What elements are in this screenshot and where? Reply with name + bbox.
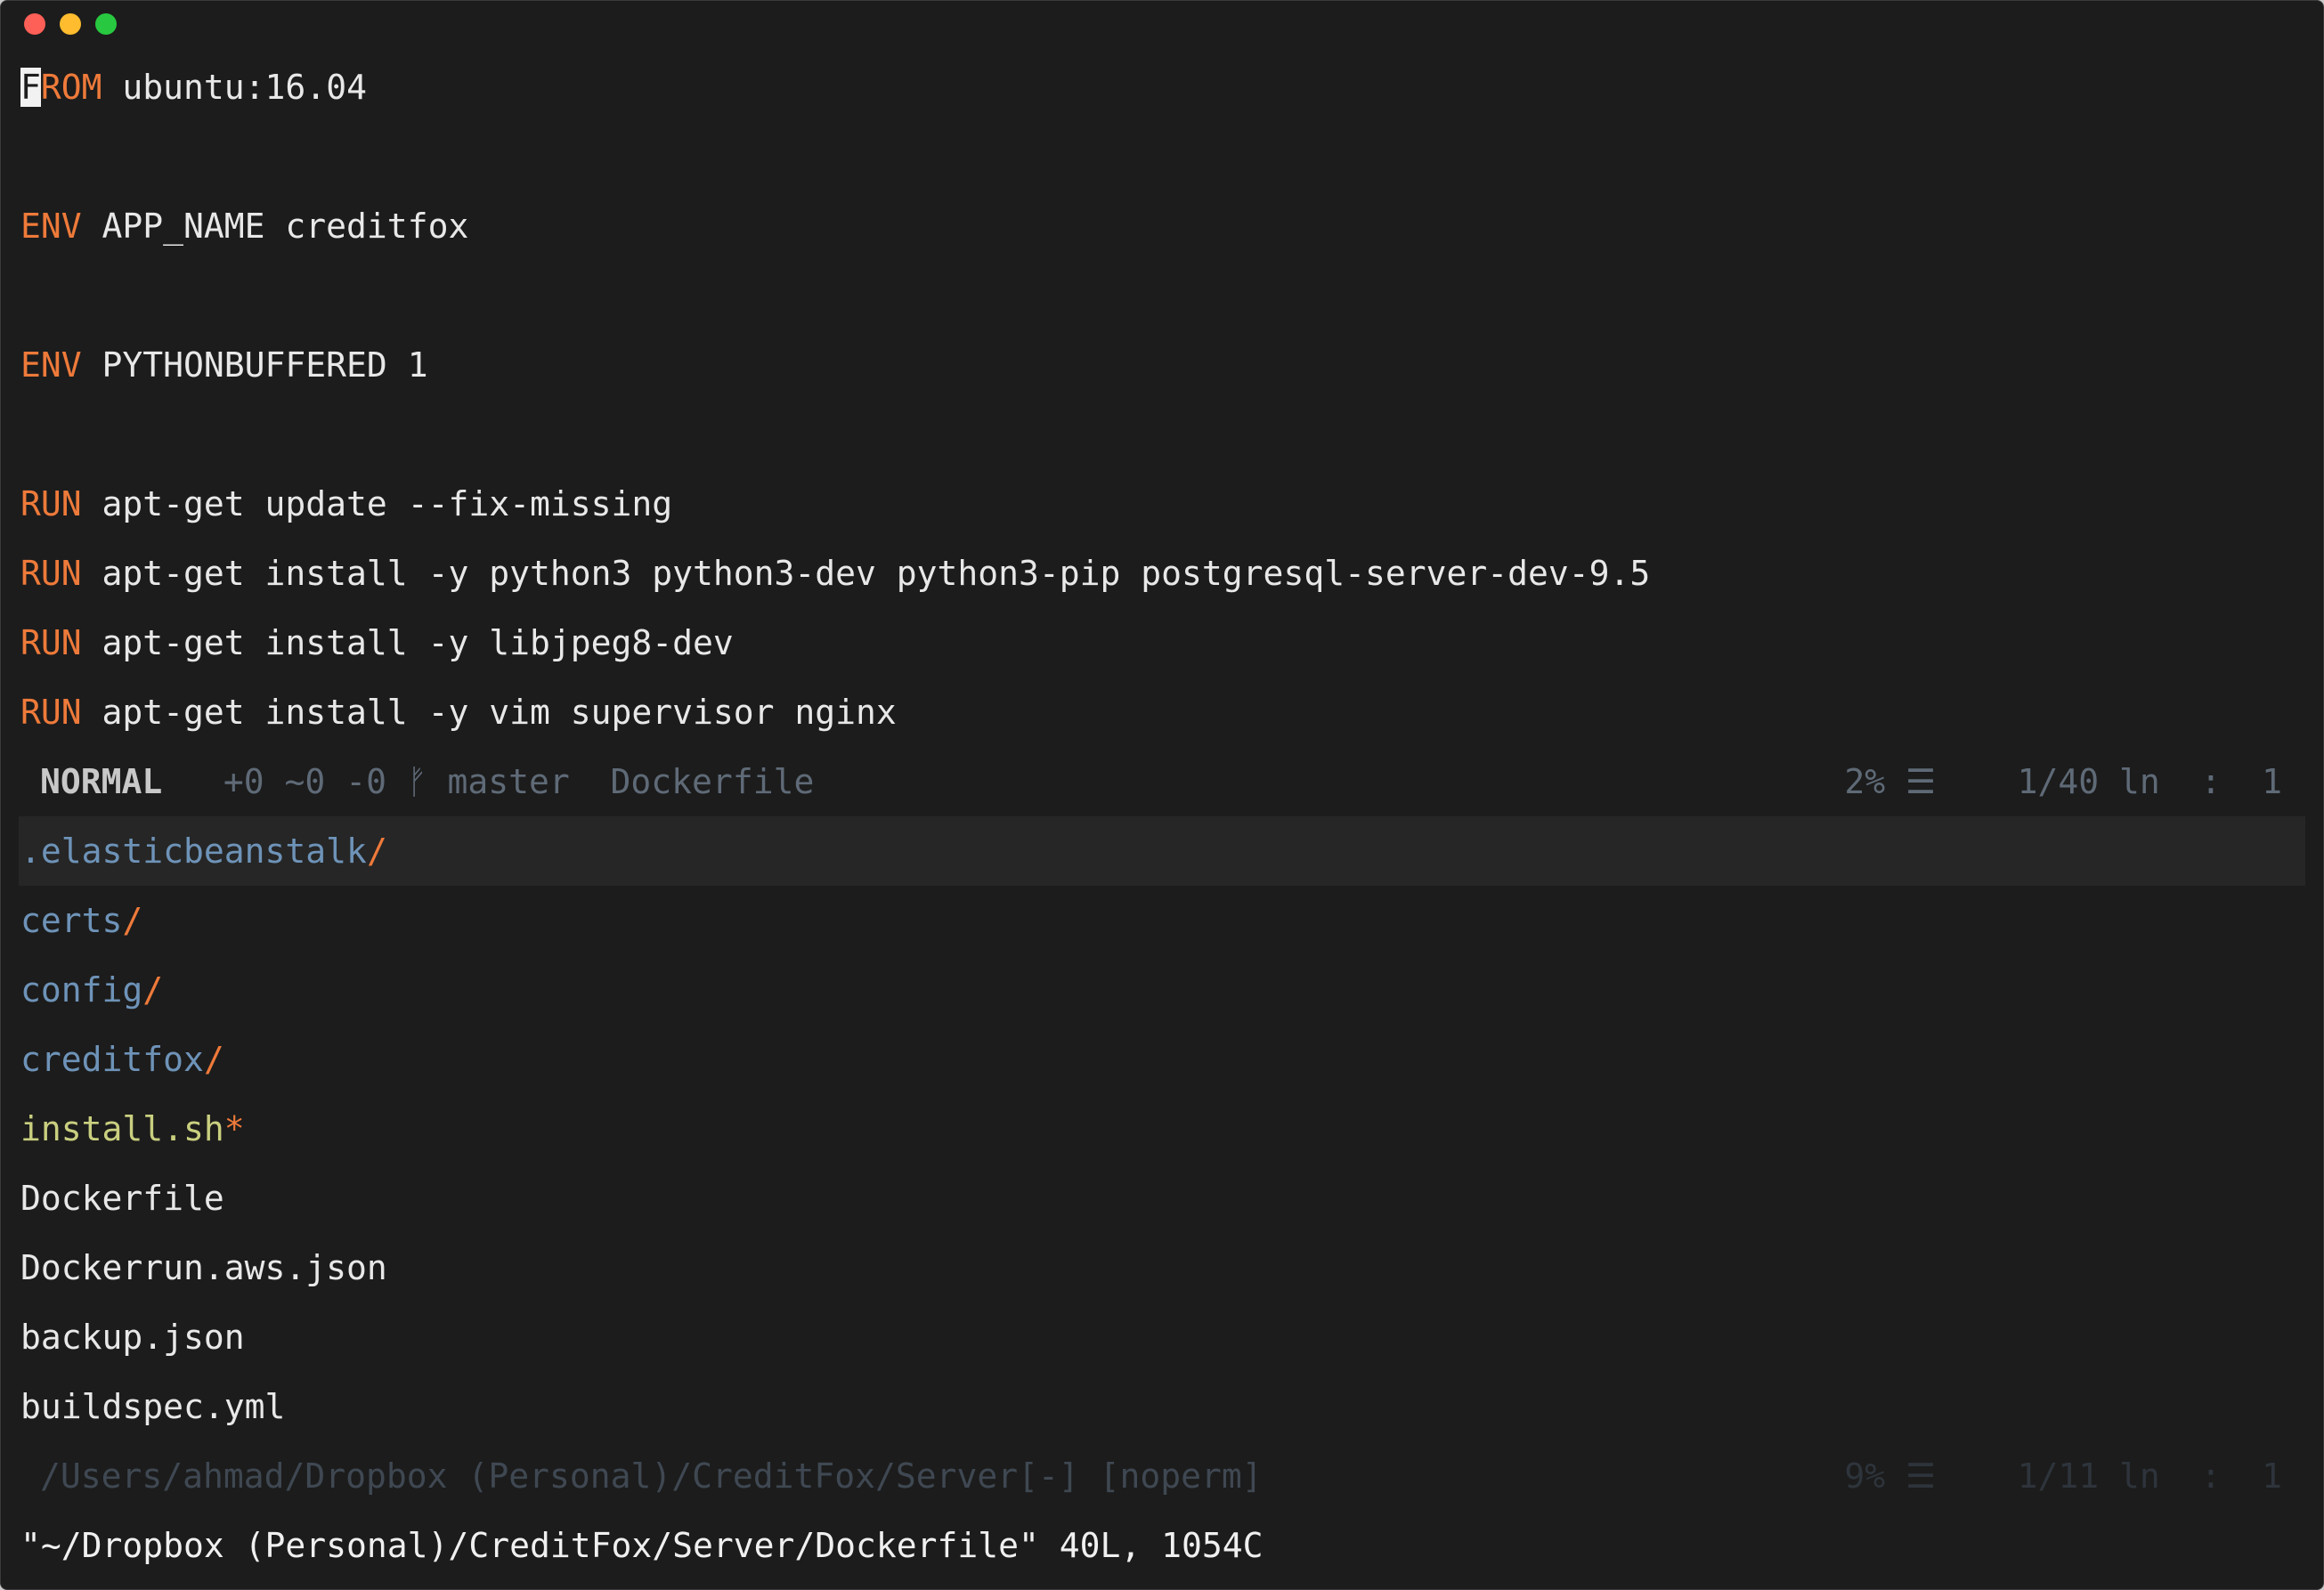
editor-line-5[interactable]: ENV PYTHONBUFFERED 1	[20, 330, 428, 400]
executable-suffix: *	[223, 1109, 245, 1148]
keyword: RUN	[20, 693, 82, 732]
line-text: APP_NAME creditfox	[81, 207, 469, 246]
editor-line-1[interactable]: FROM ubuntu:16.04	[20, 53, 367, 122]
line-text: apt-get install -y libjpeg8-dev	[81, 623, 734, 662]
editor-line-9[interactable]: RUN apt-get install -y libjpeg8-dev	[20, 608, 734, 677]
line-text: PYTHONBUFFERED 1	[81, 345, 428, 385]
close-window-button[interactable]	[24, 13, 45, 35]
keyword: ROM	[40, 68, 102, 107]
tree-item-elasticbeanstalk[interactable]: .elasticbeanstalk/	[20, 816, 387, 886]
keyword: RUN	[20, 623, 82, 662]
statusline-filename: Dockerfile	[610, 762, 815, 801]
minimize-window-button[interactable]	[60, 13, 81, 35]
editor-line-3[interactable]: ENV APP_NAME creditfox	[20, 191, 468, 261]
directory-suffix: /	[366, 832, 387, 871]
tree-item-buildspec[interactable]: buildspec.yml	[20, 1372, 285, 1441]
keyword: RUN	[20, 554, 82, 593]
line-text: apt-get install -y python3 python3-dev p…	[81, 554, 1651, 593]
tree-item-config[interactable]: config/	[20, 955, 163, 1025]
keyword: ENV	[20, 345, 82, 385]
directory-name: creditfox	[20, 1040, 204, 1079]
line-text: ubuntu:16.04	[102, 68, 367, 107]
window-controls	[24, 13, 117, 35]
directory-suffix: /	[142, 970, 164, 1010]
zoom-window-button[interactable]	[95, 13, 117, 35]
editor-line-7[interactable]: RUN apt-get update --fix-missing	[20, 469, 672, 539]
statusline-position: 2% ☰ 1/40 ln : 1	[1844, 762, 2282, 801]
file-name: backup.json	[20, 1318, 245, 1357]
line-text: apt-get install -y vim supervisor nginx	[81, 693, 897, 732]
keyword: RUN	[20, 484, 82, 523]
git-status: +0 ~0 -0 ᚠ master	[223, 762, 570, 801]
tree-item-creditfox[interactable]: creditfox/	[20, 1025, 224, 1094]
tree-item-backup-json[interactable]: backup.json	[20, 1302, 245, 1372]
file-name: Dockerrun.aws.json	[20, 1248, 387, 1287]
tree-item-certs[interactable]: certs/	[20, 886, 142, 955]
directory-name: certs	[20, 901, 123, 940]
keyword: ENV	[20, 207, 82, 246]
line-text: apt-get update --fix-missing	[81, 484, 673, 523]
tree-path: /Users/ahmad/Dropbox (Personal)/CreditFo…	[40, 1456, 1263, 1496]
editor-statusline: NORMAL +0 ~0 -0 ᚠ master Dockerfile 2% ☰ …	[19, 747, 2305, 816]
editor-line-10[interactable]: RUN apt-get install -y vim supervisor ng…	[20, 677, 897, 747]
executable-name: install.sh	[20, 1109, 224, 1148]
file-name: buildspec.yml	[20, 1387, 286, 1426]
directory-name: .elasticbeanstalk	[20, 832, 367, 871]
cursor: F	[20, 68, 41, 107]
command-line-message: "~/Dropbox (Personal)/CreditFox/Server/D…	[20, 1526, 1264, 1565]
tree-statusline: /Users/ahmad/Dropbox (Personal)/CreditFo…	[19, 1441, 2305, 1511]
directory-suffix: /	[203, 1040, 224, 1079]
tree-item-dockerrun[interactable]: Dockerrun.aws.json	[20, 1233, 387, 1302]
editor-line-8[interactable]: RUN apt-get install -y python3 python3-d…	[20, 539, 1650, 608]
directory-suffix: /	[122, 901, 143, 940]
terminal-window: FROM ubuntu:16.04 ENV APP_NAME creditfox…	[0, 0, 2324, 1590]
directory-name: config	[20, 970, 143, 1010]
tree-position: 9% ☰ 1/11 ln : 1	[1844, 1456, 2282, 1496]
file-name: Dockerfile	[20, 1179, 224, 1218]
tree-item-dockerfile[interactable]: Dockerfile	[20, 1164, 224, 1233]
mode-indicator: NORMAL	[40, 762, 163, 801]
tree-item-install-sh[interactable]: install.sh*	[20, 1094, 245, 1164]
